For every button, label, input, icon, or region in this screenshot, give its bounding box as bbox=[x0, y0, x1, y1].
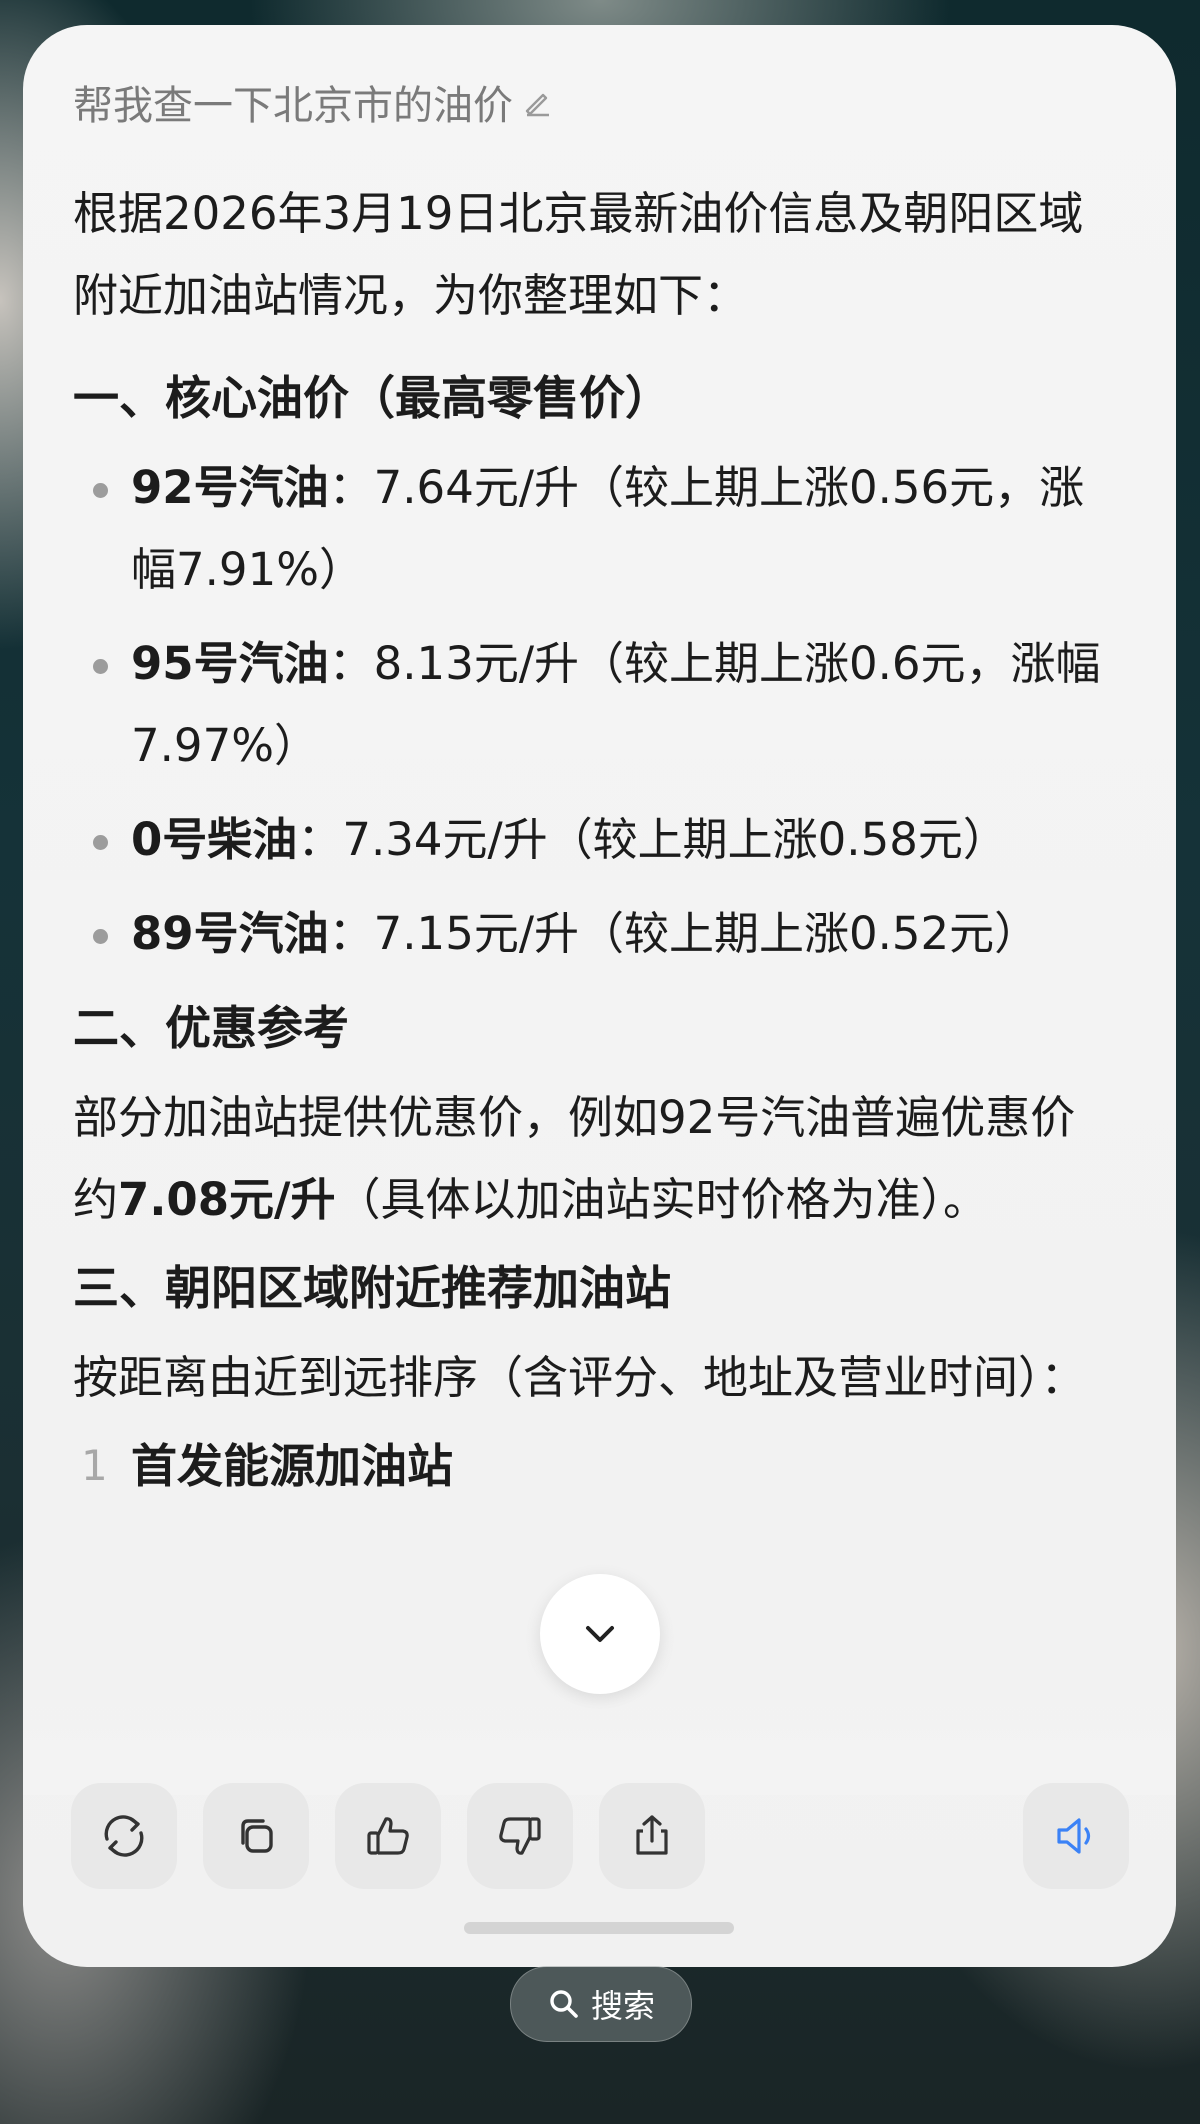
action-bar bbox=[71, 1783, 1129, 1891]
list-item: 0号柴油：7.34元/升（较上期上涨0.58元） bbox=[73, 799, 1113, 881]
share-button[interactable] bbox=[599, 1783, 705, 1889]
user-query[interactable]: 帮我查一下北京市的油价 bbox=[73, 73, 553, 131]
fuel-label: 92号汽油 bbox=[131, 461, 329, 514]
edit-icon[interactable] bbox=[523, 87, 553, 117]
search-button[interactable]: 搜索 bbox=[510, 1966, 692, 2042]
fuel-label: 89号汽油 bbox=[131, 907, 329, 960]
chevron-down-icon bbox=[586, 1626, 614, 1642]
thumbs-down-icon bbox=[499, 1817, 541, 1855]
refresh-icon bbox=[104, 1815, 144, 1857]
fuel-price: ：7.34元/升（较上期上涨0.58元） bbox=[297, 813, 1008, 866]
read-aloud-button[interactable] bbox=[1023, 1783, 1129, 1889]
station-name: 首发能源加油站 bbox=[131, 1439, 453, 1493]
bullet-dot bbox=[93, 929, 108, 944]
copy-button[interactable] bbox=[203, 1783, 309, 1889]
search-label: 搜索 bbox=[590, 1987, 655, 2025]
speaker-icon bbox=[1057, 1818, 1091, 1854]
discount-text-after: （具体以加油站实时价格为准）。 bbox=[335, 1173, 988, 1226]
like-button[interactable] bbox=[335, 1783, 441, 1889]
station-number: 1 bbox=[81, 1441, 108, 1490]
answer-card: 帮我查一下北京市的油价 根据2026年3月19日北京最新油价信息及朝阳区域附近加… bbox=[23, 25, 1176, 1967]
search-icon bbox=[550, 1990, 578, 2018]
fuel-label: 0号柴油 bbox=[131, 813, 298, 866]
stations-desc: 按距离由近到远排序（含评分、地址及营业时间）： bbox=[73, 1351, 1086, 1404]
section-title-stations: 三、朝阳区域附近推荐加油站 bbox=[73, 1261, 671, 1315]
discount-text: 部分加油站提供优惠价，例如92号汽油普遍优惠价约7.08元/升（具体以加油站实时… bbox=[73, 1077, 1113, 1241]
price-list: 92号汽油：7.64元/升（较上期上涨0.56元，涨幅7.91%） 95号汽油：… bbox=[73, 447, 1113, 975]
regenerate-button[interactable] bbox=[71, 1783, 177, 1889]
intro-text: 根据2026年3月19日北京最新油价信息及朝阳区域附近加油站情况，为你整理如下： bbox=[73, 187, 1084, 322]
section-title-core-prices: 一、核心油价（最高零售价） bbox=[73, 371, 671, 425]
bullet-dot bbox=[93, 483, 108, 498]
bullet-dot bbox=[93, 659, 108, 674]
bullet-dot bbox=[93, 835, 108, 850]
list-item: 95号汽油：8.13元/升（较上期上涨0.6元，涨幅7.97%） bbox=[73, 623, 1113, 787]
discount-price: 7.08元/升 bbox=[118, 1173, 336, 1226]
query-text: 帮我查一下北京市的油价 bbox=[73, 83, 513, 129]
station-item[interactable]: 1 首发能源加油站 bbox=[73, 1425, 1113, 1507]
dislike-button[interactable] bbox=[467, 1783, 573, 1889]
list-item: 89号汽油：7.15元/升（较上期上涨0.52元） bbox=[73, 893, 1113, 975]
fuel-label: 95号汽油 bbox=[131, 637, 329, 690]
section-title-discount: 二、优惠参考 bbox=[73, 1001, 349, 1055]
copy-icon bbox=[241, 1819, 273, 1853]
scroll-down-button[interactable] bbox=[540, 1574, 660, 1694]
answer-content: 根据2026年3月19日北京最新油价信息及朝阳区域附近加油站情况，为你整理如下：… bbox=[73, 173, 1113, 1507]
thumbs-up-icon bbox=[367, 1817, 409, 1855]
fuel-price: ：7.15元/升（较上期上涨0.52元） bbox=[328, 907, 1040, 960]
drag-handle[interactable] bbox=[464, 1922, 734, 1934]
list-item: 92号汽油：7.64元/升（较上期上涨0.56元，涨幅7.91%） bbox=[73, 447, 1113, 611]
share-icon bbox=[636, 1815, 668, 1855]
